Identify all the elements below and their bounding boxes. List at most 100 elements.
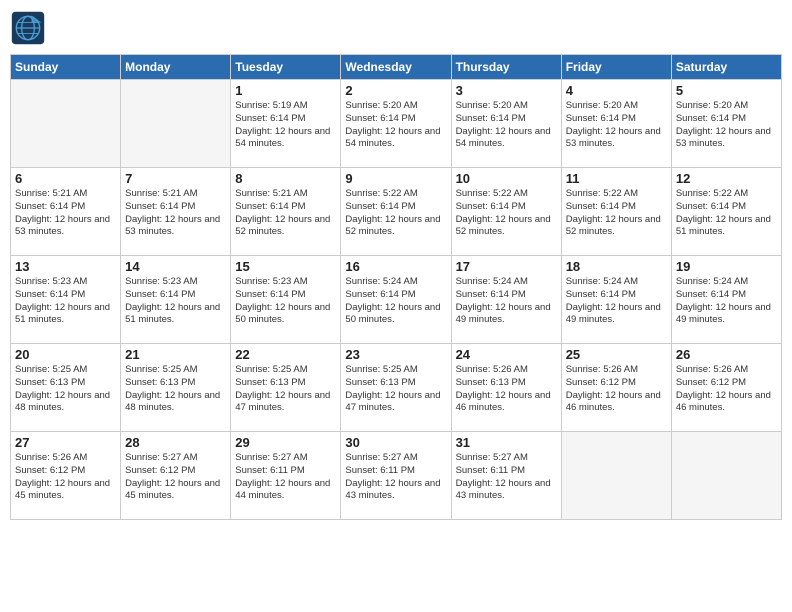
day-number: 12 <box>676 171 777 186</box>
day-number: 14 <box>125 259 226 274</box>
day-number: 27 <box>15 435 116 450</box>
calendar-week: 20 Sunrise: 5:25 AM Sunset: 6:13 PM Dayli… <box>11 344 782 432</box>
calendar-cell: 16Sunrise: 5:24 AM Sunset: 6:14 PM Dayli… <box>341 256 451 344</box>
calendar-cell: 11 Sunrise: 5:22 AM Sunset: 6:14 PM Dayli… <box>561 168 671 256</box>
calendar-cell <box>671 432 781 520</box>
day-number: 5 <box>676 83 777 98</box>
day-number: 24 <box>456 347 557 362</box>
day-number: 9 <box>345 171 446 186</box>
calendar-cell: 1 Sunrise: 5:19 AM Sunset: 6:14 PM Daylig… <box>231 80 341 168</box>
day-info: Sunrise: 5:20 AM Sunset: 6:14 PM Dayligh… <box>345 100 446 151</box>
day-number: 31 <box>456 435 557 450</box>
logo-icon <box>10 10 46 46</box>
day-number: 11 <box>566 171 667 186</box>
day-number: 15 <box>235 259 336 274</box>
day-info: Sunrise: 5:25 AM Sunset: 6:13 PM Dayligh… <box>345 364 446 415</box>
day-number: 10 <box>456 171 557 186</box>
calendar-cell: 7Sunrise: 5:21 AM Sunset: 6:14 PM Daylig… <box>121 168 231 256</box>
calendar-cell: 25 Sunrise: 5:26 AM Sunset: 6:12 PM Dayli… <box>561 344 671 432</box>
day-number: 18 <box>566 259 667 274</box>
day-info: Sunrise: 5:27 AM Sunset: 6:11 PM Dayligh… <box>345 452 446 503</box>
day-info: Sunrise: 5:24 AM Sunset: 6:14 PM Dayligh… <box>456 276 557 327</box>
calendar-cell: 3 Sunrise: 5:20 AM Sunset: 6:14 PM Daylig… <box>451 80 561 168</box>
day-info: Sunrise: 5:25 AM Sunset: 6:13 PM Dayligh… <box>125 364 226 415</box>
day-info: Sunrise: 5:20 AM Sunset: 6:14 PM Dayligh… <box>566 100 667 151</box>
calendar-cell: 2 Sunrise: 5:20 AM Sunset: 6:14 PM Daylig… <box>341 80 451 168</box>
day-number: 13 <box>15 259 116 274</box>
page-header <box>10 10 782 46</box>
day-number: 22 <box>235 347 336 362</box>
day-info: Sunrise: 5:25 AM Sunset: 6:13 PM Dayligh… <box>235 364 336 415</box>
day-info: Sunrise: 5:27 AM Sunset: 6:11 PM Dayligh… <box>235 452 336 503</box>
weekday-header: Sunday <box>11 55 121 80</box>
day-number: 25 <box>566 347 667 362</box>
calendar-cell: 8Sunrise: 5:21 AM Sunset: 6:14 PM Daylig… <box>231 168 341 256</box>
calendar-cell: 13 Sunrise: 5:23 AM Sunset: 6:14 PM Dayli… <box>11 256 121 344</box>
calendar-cell: 27 Sunrise: 5:26 AM Sunset: 6:12 PM Dayli… <box>11 432 121 520</box>
day-info: Sunrise: 5:23 AM Sunset: 6:14 PM Dayligh… <box>15 276 116 327</box>
calendar-cell: 22 Sunrise: 5:25 AM Sunset: 6:13 PM Dayli… <box>231 344 341 432</box>
day-number: 16 <box>345 259 446 274</box>
calendar-cell: 30 Sunrise: 5:27 AM Sunset: 6:11 PM Dayli… <box>341 432 451 520</box>
calendar-cell: 31 Sunrise: 5:27 AM Sunset: 6:11 PM Dayli… <box>451 432 561 520</box>
day-number: 29 <box>235 435 336 450</box>
calendar-week: 27 Sunrise: 5:26 AM Sunset: 6:12 PM Dayli… <box>11 432 782 520</box>
calendar-cell: 15 Sunrise: 5:23 AM Sunset: 6:14 PM Dayli… <box>231 256 341 344</box>
day-info: Sunrise: 5:22 AM Sunset: 6:14 PM Dayligh… <box>345 188 446 239</box>
calendar-week: 6 Sunrise: 5:21 AM Sunset: 6:14 PM Daylig… <box>11 168 782 256</box>
weekday-header: Wednesday <box>341 55 451 80</box>
day-info: Sunrise: 5:22 AM Sunset: 6:14 PM Dayligh… <box>676 188 777 239</box>
day-number: 1 <box>235 83 336 98</box>
day-number: 23 <box>345 347 446 362</box>
calendar-cell: 4 Sunrise: 5:20 AM Sunset: 6:14 PM Daylig… <box>561 80 671 168</box>
calendar-cell: 21 Sunrise: 5:25 AM Sunset: 6:13 PM Dayli… <box>121 344 231 432</box>
calendar: SundayMondayTuesdayWednesdayThursdayFrid… <box>10 54 782 520</box>
day-info: Sunrise: 5:26 AM Sunset: 6:13 PM Dayligh… <box>456 364 557 415</box>
calendar-cell: 24 Sunrise: 5:26 AM Sunset: 6:13 PM Dayli… <box>451 344 561 432</box>
day-info: Sunrise: 5:24 AM Sunset: 6:14 PM Dayligh… <box>676 276 777 327</box>
day-info: Sunrise: 5:20 AM Sunset: 6:14 PM Dayligh… <box>456 100 557 151</box>
weekday-header: Saturday <box>671 55 781 80</box>
day-number: 8 <box>235 171 336 186</box>
calendar-cell: 9 Sunrise: 5:22 AM Sunset: 6:14 PM Daylig… <box>341 168 451 256</box>
calendar-cell: 20 Sunrise: 5:25 AM Sunset: 6:13 PM Dayli… <box>11 344 121 432</box>
day-info: Sunrise: 5:26 AM Sunset: 6:12 PM Dayligh… <box>15 452 116 503</box>
day-info: Sunrise: 5:19 AM Sunset: 6:14 PM Dayligh… <box>235 100 336 151</box>
day-info: Sunrise: 5:22 AM Sunset: 6:14 PM Dayligh… <box>456 188 557 239</box>
day-number: 30 <box>345 435 446 450</box>
day-number: 7 <box>125 171 226 186</box>
day-number: 3 <box>456 83 557 98</box>
day-info: Sunrise: 5:23 AM Sunset: 6:14 PM Dayligh… <box>125 276 226 327</box>
day-number: 21 <box>125 347 226 362</box>
day-info: Sunrise: 5:23 AM Sunset: 6:14 PM Dayligh… <box>235 276 336 327</box>
calendar-cell: 6 Sunrise: 5:21 AM Sunset: 6:14 PM Daylig… <box>11 168 121 256</box>
calendar-cell: 18Sunrise: 5:24 AM Sunset: 6:14 PM Dayli… <box>561 256 671 344</box>
calendar-cell <box>11 80 121 168</box>
day-info: Sunrise: 5:27 AM Sunset: 6:12 PM Dayligh… <box>125 452 226 503</box>
day-number: 2 <box>345 83 446 98</box>
day-info: Sunrise: 5:21 AM Sunset: 6:14 PM Dayligh… <box>15 188 116 239</box>
day-number: 26 <box>676 347 777 362</box>
calendar-cell: 23 Sunrise: 5:25 AM Sunset: 6:13 PM Dayli… <box>341 344 451 432</box>
day-info: Sunrise: 5:20 AM Sunset: 6:14 PM Dayligh… <box>676 100 777 151</box>
calendar-cell: 19Sunrise: 5:24 AM Sunset: 6:14 PM Dayli… <box>671 256 781 344</box>
day-info: Sunrise: 5:27 AM Sunset: 6:11 PM Dayligh… <box>456 452 557 503</box>
day-info: Sunrise: 5:26 AM Sunset: 6:12 PM Dayligh… <box>566 364 667 415</box>
day-info: Sunrise: 5:26 AM Sunset: 6:12 PM Dayligh… <box>676 364 777 415</box>
day-number: 20 <box>15 347 116 362</box>
weekday-header: Thursday <box>451 55 561 80</box>
day-number: 17 <box>456 259 557 274</box>
day-number: 6 <box>15 171 116 186</box>
calendar-cell: 17 Sunrise: 5:24 AM Sunset: 6:14 PM Dayli… <box>451 256 561 344</box>
calendar-cell: 14 Sunrise: 5:23 AM Sunset: 6:14 PM Dayli… <box>121 256 231 344</box>
day-info: Sunrise: 5:25 AM Sunset: 6:13 PM Dayligh… <box>15 364 116 415</box>
weekday-header: Friday <box>561 55 671 80</box>
calendar-cell <box>121 80 231 168</box>
calendar-week: 1 Sunrise: 5:19 AM Sunset: 6:14 PM Daylig… <box>11 80 782 168</box>
calendar-week: 13 Sunrise: 5:23 AM Sunset: 6:14 PM Dayli… <box>11 256 782 344</box>
day-info: Sunrise: 5:22 AM Sunset: 6:14 PM Dayligh… <box>566 188 667 239</box>
day-number: 28 <box>125 435 226 450</box>
day-number: 4 <box>566 83 667 98</box>
calendar-cell: 10 Sunrise: 5:22 AM Sunset: 6:14 PM Dayli… <box>451 168 561 256</box>
calendar-cell: 12 Sunrise: 5:22 AM Sunset: 6:14 PM Dayli… <box>671 168 781 256</box>
